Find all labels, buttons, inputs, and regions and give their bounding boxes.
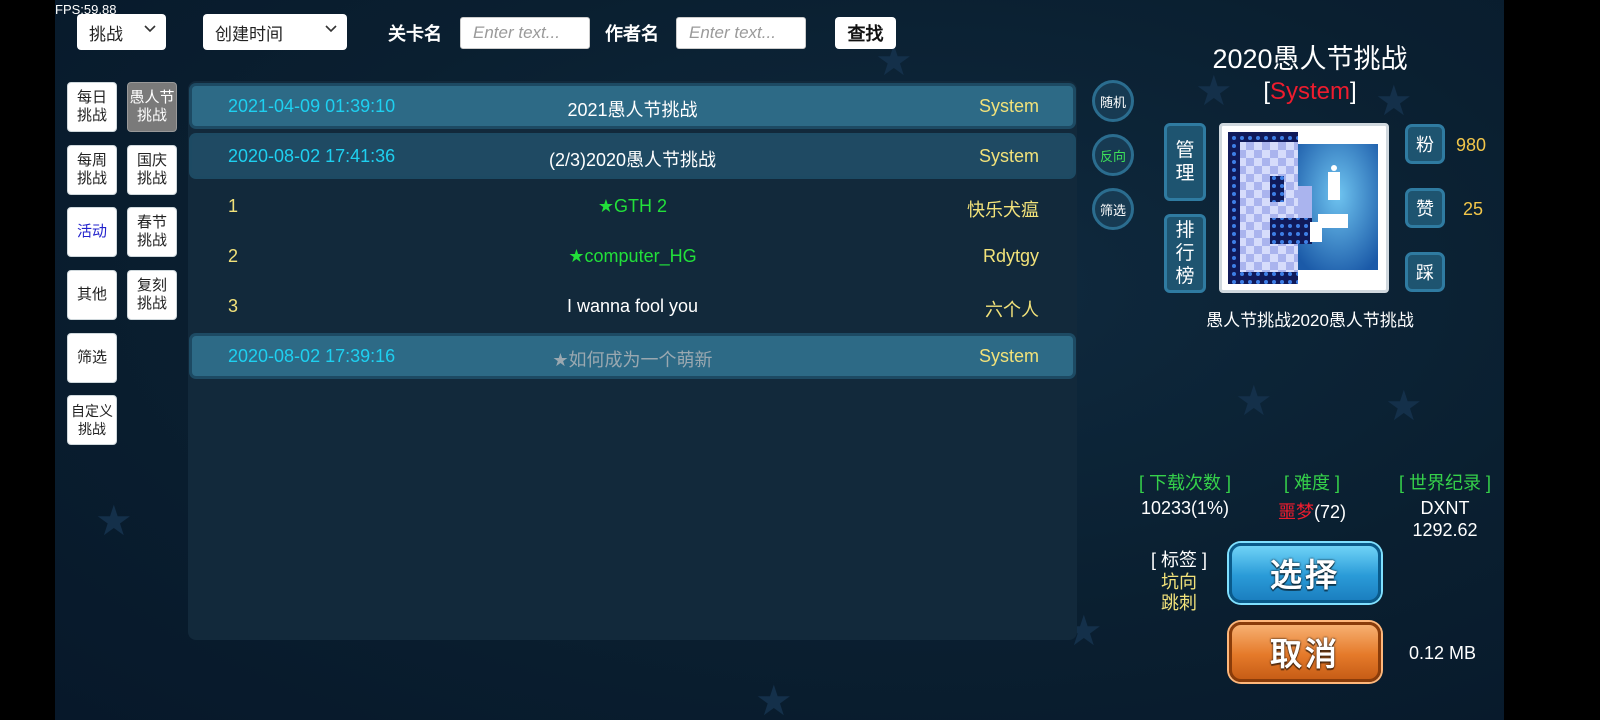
bracket-open: [: [1263, 78, 1270, 105]
level-preview-image[interactable]: [1219, 123, 1389, 293]
category-filter[interactable]: 筛选: [67, 333, 117, 383]
world-record-holder: DXNT: [1420, 498, 1470, 518]
chevron-down-icon: [325, 25, 337, 33]
list-item-author: System: [978, 146, 1039, 166]
file-size: 0.12 MB: [1409, 643, 1477, 663]
list-item[interactable]: 2020-08-02 17:39:16 ★如何成为一个萌新 System: [192, 336, 1073, 376]
list-item-author: 六个人: [985, 300, 1039, 320]
fans-button[interactable]: 粉: [1405, 124, 1445, 164]
level-name-input[interactable]: [460, 17, 590, 49]
difficulty-header: [ 难度 ]: [1283, 473, 1340, 493]
difficulty-number: (72): [1313, 502, 1346, 522]
list-item[interactable]: 1 ★GTH 2 快乐犬瘟: [192, 186, 1073, 226]
level-author-name[interactable]: System: [1270, 78, 1350, 105]
filter-button[interactable]: 筛选: [1092, 188, 1134, 230]
background-star-icon: ★: [1385, 382, 1423, 429]
list-item-author: Rdytgy: [982, 246, 1039, 266]
type-select-value: 挑战: [89, 24, 123, 44]
category-weekly-challenge[interactable]: 每周 挑战: [67, 145, 117, 195]
background-star-icon: ★: [755, 677, 793, 720]
fans-count: 980: [1456, 135, 1487, 155]
likes-count: 25: [1463, 199, 1484, 219]
dislike-button[interactable]: 踩: [1405, 252, 1445, 292]
list-item-title: ★GTH 2: [597, 196, 668, 216]
category-april-fools-challenge[interactable]: 愚人节 挑战: [127, 82, 177, 132]
list-item-title: ★computer_HG: [568, 246, 697, 266]
like-button[interactable]: 赞: [1405, 188, 1445, 228]
downloads-value: 10233(1%): [1140, 498, 1230, 518]
type-select[interactable]: 挑战: [77, 14, 166, 50]
world-record-header: [ 世界纪录 ]: [1398, 473, 1491, 493]
random-button[interactable]: 随机: [1092, 80, 1134, 122]
fps-counter: FPS:59.88: [55, 2, 117, 17]
category-spring-festival-challenge[interactable]: 春节 挑战: [127, 207, 177, 257]
sort-select-value: 创建时间: [215, 24, 283, 44]
level-name-label: 关卡名: [388, 24, 442, 44]
level-thumbnail-icon: [1224, 128, 1384, 288]
level-description: 愚人节挑战2020愚人节挑战: [1206, 311, 1414, 330]
list-item-title: (2/3)2020愚人节挑战: [548, 150, 717, 170]
list-item-title: 2021愚人节挑战: [567, 100, 698, 120]
list-item-author: System: [978, 96, 1039, 116]
level-title: 2020愚人节挑战: [1212, 44, 1408, 74]
sort-select[interactable]: 创建时间: [203, 14, 347, 50]
tag-item: 跳刺: [1161, 593, 1197, 613]
chevron-down-icon: [144, 25, 156, 33]
world-record-time: 1292.62: [1412, 520, 1478, 540]
list-item-author: 快乐犬瘟: [967, 200, 1039, 220]
downloads-header: [ 下载次数 ]: [1138, 473, 1231, 493]
cancel-button[interactable]: 取消: [1229, 622, 1381, 682]
background-star-icon: ★: [1235, 377, 1273, 424]
list-item[interactable]: 3 I wanna fool you 六个人: [192, 286, 1073, 326]
search-button[interactable]: 查找: [835, 17, 896, 49]
difficulty-name: 噩梦: [1277, 502, 1314, 522]
category-replica-challenge[interactable]: 复刻 挑战: [127, 270, 177, 320]
category-custom-challenge[interactable]: 自定义 挑战: [67, 395, 117, 445]
list-item-title: I wanna fool you: [566, 296, 699, 316]
level-list-panel: 2021-04-09 01:39:10 2021愚人节挑战 System 202…: [188, 81, 1077, 640]
category-daily-challenge[interactable]: 每日 挑战: [67, 82, 117, 132]
list-item[interactable]: 2 ★computer_HG Rdytgy: [192, 236, 1073, 276]
manage-button[interactable]: 管 理: [1164, 123, 1206, 201]
select-button[interactable]: 选择: [1229, 543, 1381, 603]
list-item-author: System: [978, 346, 1039, 366]
ranking-button[interactable]: 排 行 榜: [1164, 214, 1206, 293]
author-name-label: 作者名: [605, 24, 659, 44]
list-item[interactable]: 2021-04-09 01:39:10 2021愚人节挑战 System: [192, 86, 1073, 126]
bracket-close: ]: [1350, 78, 1357, 105]
level-author: [System]: [1165, 78, 1455, 106]
list-item[interactable]: 2020-08-02 17:41:36 (2/3)2020愚人节挑战 Syste…: [192, 136, 1073, 176]
difficulty-value: 噩梦(72): [1262, 498, 1362, 524]
category-national-day-challenge[interactable]: 国庆 挑战: [127, 145, 177, 195]
list-item-title: ★如何成为一个萌新: [552, 350, 713, 370]
reverse-button[interactable]: 反向: [1092, 134, 1134, 176]
category-event[interactable]: 活动: [67, 207, 117, 257]
author-name-input[interactable]: [676, 17, 806, 49]
background-star-icon: ★: [95, 497, 133, 544]
category-other[interactable]: 其他: [67, 270, 117, 320]
